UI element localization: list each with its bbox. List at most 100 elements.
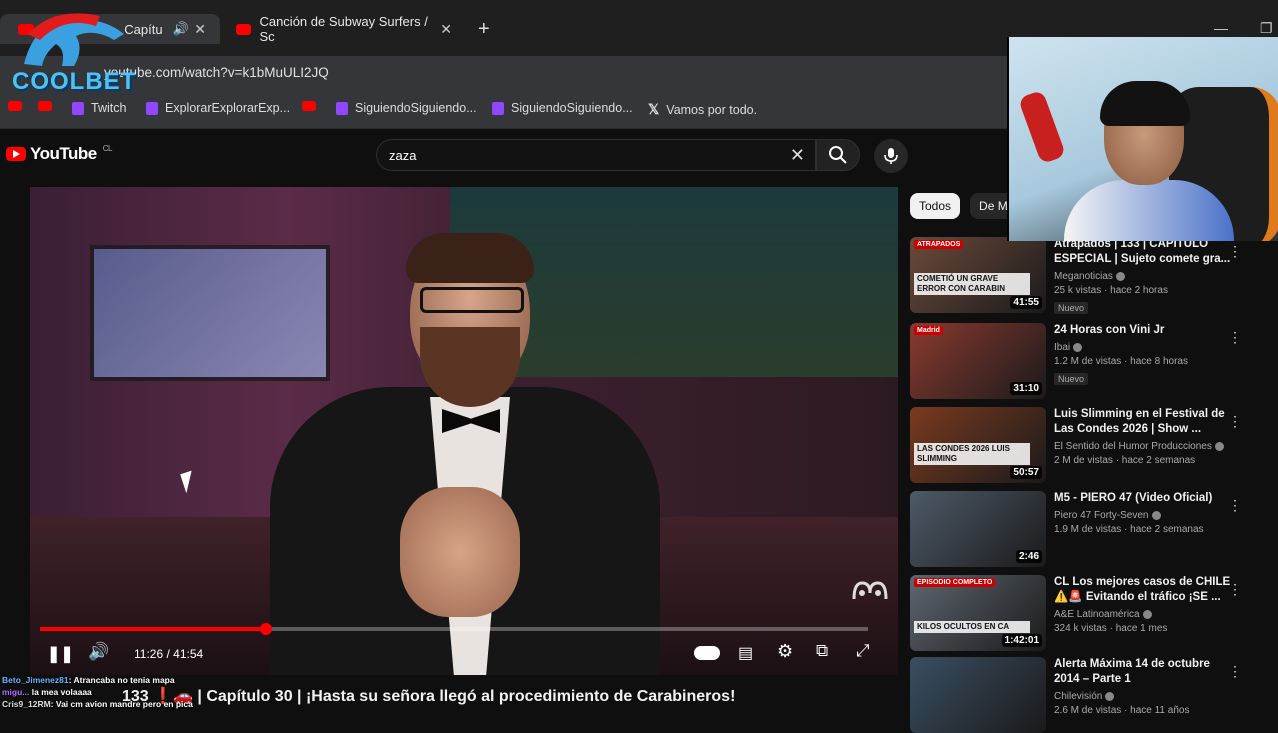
address-bar[interactable]: youtube.com/watch?v=k1bMuULI2JQ xyxy=(0,56,1008,92)
recommendation-title[interactable]: M5 - PIERO 47 (Video Oficial) xyxy=(1054,491,1232,506)
minimize-icon[interactable]: — xyxy=(1214,20,1228,36)
youtube-favicon-icon xyxy=(236,23,252,35)
voice-search-button[interactable] xyxy=(874,139,908,173)
new-tab-icon[interactable]: + xyxy=(478,18,490,41)
tab-inactive[interactable]: Canción de Subway Surfers / Sc ✕ xyxy=(236,14,466,44)
verified-icon xyxy=(1214,441,1224,451)
miniplayer-icon[interactable]: ⧉ xyxy=(816,641,828,661)
recommendation-channel[interactable]: Chilevisión xyxy=(1054,690,1232,704)
more-options-icon[interactable]: ⋮ xyxy=(1228,497,1242,514)
channel-name: A&E Latinoamérica xyxy=(1054,609,1140,620)
more-options-icon[interactable]: ⋮ xyxy=(1228,413,1242,430)
bookmark-x[interactable]: 𝕏 Vamos por todo. xyxy=(648,101,757,118)
recommendation-meta: 25 k vistas · hace 2 horas xyxy=(1054,285,1168,296)
subtitles-icon[interactable]: ▤ xyxy=(738,643,753,663)
restore-icon[interactable]: ❐ xyxy=(1260,20,1273,37)
recommendation-info: 24 Horas con Vini Jr Ibai 1.2 M de vista… xyxy=(1054,323,1232,387)
youtube-icon xyxy=(38,101,52,111)
progress-knob[interactable] xyxy=(260,623,273,635)
fullscreen-icon[interactable]: ⤢ xyxy=(856,641,870,661)
dinosaur-icon xyxy=(24,13,124,66)
tab-label-tail: Capítu xyxy=(124,21,163,37)
x-logo-icon: 𝕏 xyxy=(648,101,660,117)
recommendation-info: M5 - PIERO 47 (Video Oficial) Piero 47 F… xyxy=(1054,491,1232,537)
recommendation-channel[interactable]: El Sentido del Humor Producciones xyxy=(1054,440,1232,454)
recommendation-info: Luis Slimming en el Festival de Las Cond… xyxy=(1054,407,1232,468)
more-options-icon[interactable]: ⋮ xyxy=(1228,663,1242,680)
recommendation-title[interactable]: Alerta Máxima 14 de octubre 2014 – Parte… xyxy=(1054,657,1232,687)
video-thumbnail[interactable]: Madrid 31:10 xyxy=(910,323,1046,399)
video-thumbnail[interactable]: EPISODIO COMPLETO KILOS OCULTOS EN CA 1:… xyxy=(910,575,1046,651)
settings-gear-icon[interactable]: ⚙ xyxy=(777,641,793,662)
chat-message: migu... la mea volaaaa xyxy=(2,686,193,698)
coolbet-text: COOLBET xyxy=(12,68,137,95)
new-badge: Nuevo xyxy=(1054,302,1089,314)
youtube-logo[interactable]: YouTube CL xyxy=(6,144,112,164)
video-duration: 50:57 xyxy=(1010,466,1042,479)
chat-text: : Vai cm avion mandre pero en pica xyxy=(50,699,193,709)
pause-icon[interactable]: ❚❚ xyxy=(47,644,74,664)
youtube-header: YouTube CL zaza ✕ xyxy=(0,129,1008,181)
bookmark-youtube[interactable] xyxy=(38,101,52,111)
channel-name: Chilevisión xyxy=(1054,691,1103,702)
chip-todos[interactable]: Todos xyxy=(910,193,961,219)
more-options-icon[interactable]: ⋮ xyxy=(1228,329,1242,346)
video-duration: 1:42:01 xyxy=(1001,634,1042,647)
recommendation-meta: 324 k vistas · hace 1 mes xyxy=(1054,623,1168,634)
bookmark-label: ExplorarExplorarExp... xyxy=(165,101,291,115)
verified-icon xyxy=(1105,691,1115,701)
bookmark-siguiendo[interactable]: SiguiendoSiguiendo... xyxy=(492,101,633,115)
coolbet-logo: COOLBET xyxy=(4,4,135,95)
recommendation-info: Atrapados | 133 | CAPÍTULO ESPECIAL | Su… xyxy=(1054,237,1232,316)
recommendation-channel[interactable]: Piero 47 Forty-Seven xyxy=(1054,509,1232,523)
video-duration: 2:46 xyxy=(1015,550,1042,563)
country-code: CL xyxy=(102,144,113,153)
bookmark-siguiendo[interactable]: SiguiendoSiguiendo... xyxy=(336,101,477,115)
autoplay-toggle[interactable] xyxy=(694,646,720,660)
close-tab-icon[interactable]: ✕ xyxy=(440,21,452,38)
verified-icon xyxy=(1151,510,1161,520)
bookmark-explorar[interactable]: ExplorarExplorarExp... xyxy=(146,101,290,115)
recommendation-title[interactable]: 24 Horas con Vini Jr xyxy=(1054,323,1232,338)
chat-user: Beto_Jimenez81 xyxy=(2,675,69,685)
bookmark-twitch[interactable]: Twitch xyxy=(72,101,126,115)
channel-name: Ibai xyxy=(1054,342,1071,353)
volume-icon[interactable]: 🔊 xyxy=(88,642,109,662)
recommendation-info: Alerta Máxima 14 de octubre 2014 – Parte… xyxy=(1054,657,1232,718)
recommendation-title[interactable]: CL Los mejores casos de CHILE ⚠️🚨 Evitan… xyxy=(1054,575,1232,605)
tab-label: Canción de Subway Surfers / Sc xyxy=(259,14,428,44)
video-thumbnail[interactable]: LAS CONDES 2026 LUIS SLIMMING 50:57 xyxy=(910,407,1046,483)
recommendation-channel[interactable]: Meganoticias xyxy=(1054,270,1232,284)
search-value: zaza xyxy=(389,148,417,163)
recommendation-title[interactable]: Luis Slimming en el Festival de Las Cond… xyxy=(1054,407,1232,437)
close-tab-icon[interactable]: ✕ xyxy=(194,21,206,38)
video-player[interactable] xyxy=(30,187,898,675)
search-input[interactable]: zaza ✕ xyxy=(376,139,816,171)
youtube-logo-text: YouTube xyxy=(30,144,97,163)
video-thumbnail[interactable]: ATRAPADOS COMETIÓ UN GRAVE ERROR CON CAR… xyxy=(910,237,1046,313)
verified-icon xyxy=(1115,271,1125,281)
twitch-icon xyxy=(336,101,348,115)
chat-user: migu... xyxy=(2,687,30,697)
video-thumbnail[interactable] xyxy=(910,657,1046,733)
speaker-icon[interactable]: 🔊 xyxy=(173,21,189,37)
progress-played xyxy=(40,627,267,631)
stream-chat-overlay: Beto_Jimenez81: Atrancaba no tenia mapa … xyxy=(2,674,193,710)
twitch-icon xyxy=(72,101,84,115)
more-options-icon[interactable]: ⋮ xyxy=(1228,581,1242,598)
bookmark-youtube[interactable] xyxy=(8,101,22,111)
recommendation-channel[interactable]: Ibai xyxy=(1054,341,1232,355)
progress-bar[interactable] xyxy=(40,623,868,635)
recommendation-channel[interactable]: A&E Latinoamérica xyxy=(1054,608,1232,622)
twitch-icon xyxy=(492,101,504,115)
recommendation-meta: 1.2 M de vistas · hace 8 horas xyxy=(1054,356,1188,367)
recommendation-title[interactable]: Atrapados | 133 | CAPÍTULO ESPECIAL | Su… xyxy=(1054,237,1232,267)
time-display: 11:26 / 41:54 xyxy=(134,647,204,661)
bookmark-youtube[interactable] xyxy=(302,101,316,111)
search-button[interactable] xyxy=(816,139,860,171)
youtube-icon xyxy=(302,101,316,111)
more-options-icon[interactable]: ⋮ xyxy=(1228,243,1242,260)
video-thumbnail[interactable]: 2:46 xyxy=(910,491,1046,567)
clear-search-icon[interactable]: ✕ xyxy=(790,145,805,166)
youtube-play-icon xyxy=(6,147,26,161)
